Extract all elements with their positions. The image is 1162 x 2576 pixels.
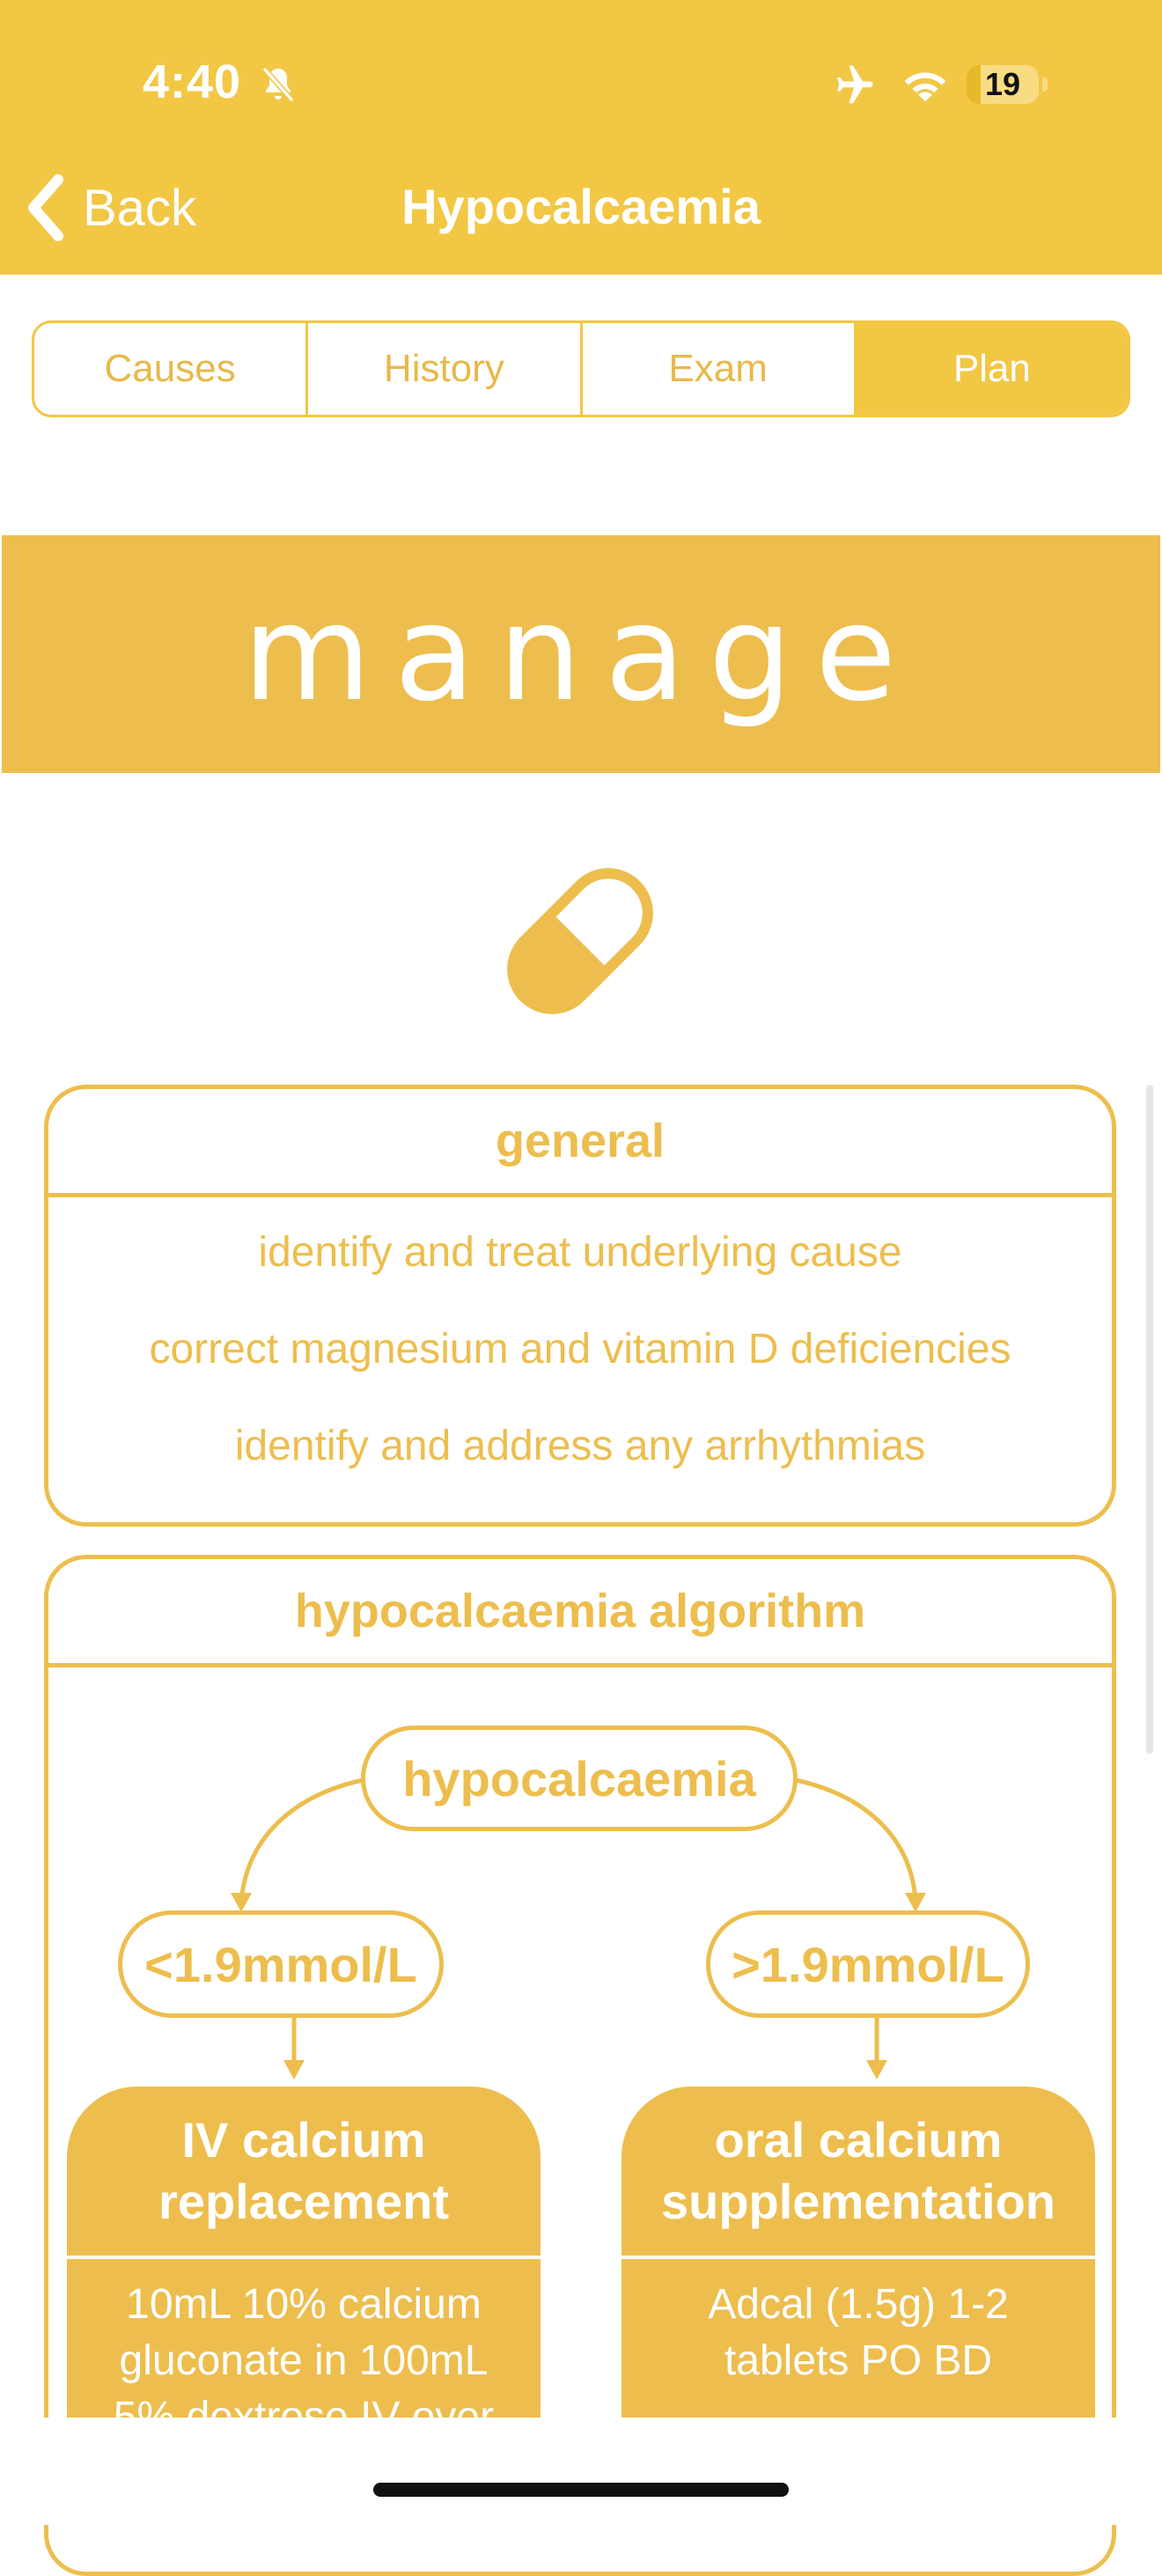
oral-calcium-detail-line: Adcal (1.5g) 1-2 <box>708 2281 1009 2328</box>
battery-icon: 19 <box>967 65 1039 104</box>
iv-calcium-detail-line: 10mL 10% calcium <box>126 2281 482 2328</box>
battery-level: 19 <box>984 66 1021 102</box>
navigation-bar: 4:40 19 Hypocalcaemia Back <box>0 0 1162 275</box>
chevron-left-icon <box>28 174 63 241</box>
general-item: identify and treat underlying cause <box>258 1229 902 1276</box>
oral-calcium-title: oral calcium supplementation <box>621 2087 1095 2256</box>
wifi-icon <box>904 72 946 102</box>
home-indicator[interactable] <box>373 2483 789 2497</box>
algorithm-card-title: hypocalcaemia algorithm <box>48 1559 1112 1667</box>
tab-history[interactable]: History <box>308 323 583 415</box>
oral-calcium-detail-line: tablets PO BD <box>724 2337 993 2384</box>
battery-tip <box>1042 77 1048 92</box>
back-button[interactable]: Back <box>26 173 196 243</box>
airplane-icon <box>837 65 873 104</box>
general-item: correct magnesium and vitamin D deficien… <box>149 1326 1011 1373</box>
algorithm-root-node: hypocalcaemia <box>361 1726 798 1831</box>
iv-calcium-title-line: replacement <box>158 2174 449 2229</box>
bell-slash-icon <box>261 66 295 103</box>
tab-exam[interactable]: Exam <box>583 323 857 415</box>
tab-plan[interactable]: Plan <box>856 323 1128 415</box>
scrollbar[interactable] <box>1146 1085 1153 1754</box>
back-label: Back <box>83 179 196 237</box>
banner-title: manage <box>242 578 920 731</box>
iv-calcium-detail-line: gluconate in 100mL <box>119 2337 489 2384</box>
left-branch-node: <1.9mmol/L <box>118 1910 444 2018</box>
pill-capsule-icon <box>507 868 653 1014</box>
general-card-title: general <box>48 1089 1112 1197</box>
status-time: 4:40 <box>143 55 242 108</box>
iv-calcium-title: IV calcium replacement <box>67 2087 541 2256</box>
manage-banner: manage <box>2 535 1160 773</box>
oral-calcium-title-line: oral calcium <box>714 2112 1003 2168</box>
right-branch-node: >1.9mmol/L <box>706 1910 1030 2018</box>
bottom-safe-area <box>0 2418 1162 2525</box>
oral-calcium-title-line: supplementation <box>660 2174 1056 2229</box>
general-item: identify and address any arrhythmias <box>234 1423 926 1469</box>
section-tabs: Causes History Exam Plan <box>32 320 1130 417</box>
general-card: general identify and treat underlying ca… <box>44 1085 1116 1527</box>
tab-causes[interactable]: Causes <box>34 323 309 415</box>
iv-calcium-title-line: IV calcium <box>181 2112 426 2168</box>
